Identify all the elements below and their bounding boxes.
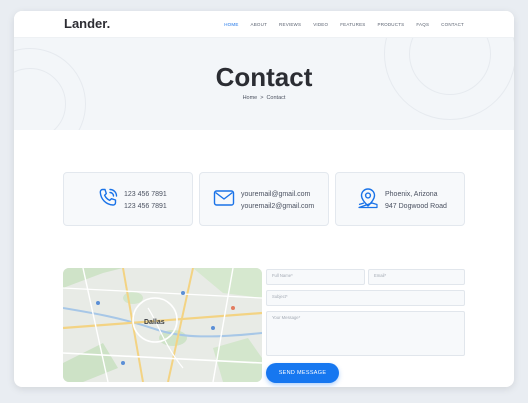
phone-icon bbox=[99, 188, 118, 206]
address-line-2: 947 Dogwood Road bbox=[385, 203, 447, 210]
site-logo[interactable]: Lander. bbox=[64, 16, 110, 31]
nav-item-home[interactable]: HOME bbox=[224, 22, 238, 27]
email-line-1[interactable]: youremail@gmail.com bbox=[241, 189, 314, 201]
phone-line-1[interactable]: 123 456 7891 bbox=[124, 189, 167, 201]
phone-numbers: 123 456 7891 123 456 7891 bbox=[124, 189, 167, 213]
address-card: Phoenix, Arizona 947 Dogwood Road bbox=[335, 172, 465, 226]
email-addresses: youremail@gmail.com youremail2@gmail.com bbox=[241, 189, 314, 213]
phone-line-2[interactable]: 123 456 7891 bbox=[124, 201, 167, 213]
nav-item-video[interactable]: VIDEO bbox=[313, 22, 328, 27]
location-pin-icon bbox=[358, 188, 378, 209]
breadcrumb-home[interactable]: Home bbox=[243, 95, 258, 101]
send-message-button[interactable]: SEND MESSAGE bbox=[266, 363, 339, 383]
message-textarea[interactable]: Your Message* bbox=[266, 311, 465, 356]
breadcrumb-separator: > bbox=[260, 95, 264, 101]
map-city-label: Dallas bbox=[144, 319, 165, 326]
nav-item-products[interactable]: PRODUCTS bbox=[378, 22, 405, 27]
nav-item-about[interactable]: ABOUT bbox=[251, 22, 268, 27]
phone-card: 123 456 7891 123 456 7891 bbox=[63, 172, 193, 226]
email-input[interactable]: Email* bbox=[368, 269, 465, 285]
nav-item-features[interactable]: FEATURES bbox=[340, 22, 365, 27]
address-lines: Phoenix, Arizona 947 Dogwood Road bbox=[385, 189, 447, 213]
main-nav: HOME ABOUT REVIEWS VIDEO FEATURES PRODUC… bbox=[224, 22, 464, 27]
location-map[interactable]: Dallas bbox=[63, 268, 262, 382]
breadcrumb-current: Contact bbox=[266, 95, 286, 101]
email-line-2[interactable]: youremail2@gmail.com bbox=[241, 201, 314, 213]
page-hero: Contact Home > Contact bbox=[14, 38, 514, 130]
full-name-input[interactable]: Full Name* bbox=[266, 269, 365, 285]
page-title: Contact bbox=[215, 62, 313, 92]
browser-window: Lander. HOME ABOUT REVIEWS VIDEO FEATURE… bbox=[14, 11, 514, 387]
address-line-1: Phoenix, Arizona bbox=[385, 191, 438, 198]
breadcrumb: Home > Contact bbox=[14, 95, 514, 101]
mail-icon bbox=[213, 190, 235, 206]
email-card: youremail@gmail.com youremail2@gmail.com bbox=[199, 172, 329, 226]
nav-item-reviews[interactable]: REVIEWS bbox=[279, 22, 301, 27]
site-header: Lander. HOME ABOUT REVIEWS VIDEO FEATURE… bbox=[14, 11, 514, 38]
nav-item-faqs[interactable]: FAQS bbox=[416, 22, 429, 27]
nav-item-contact[interactable]: CONTACT bbox=[441, 22, 464, 27]
subject-input[interactable]: Subject* bbox=[266, 290, 465, 306]
